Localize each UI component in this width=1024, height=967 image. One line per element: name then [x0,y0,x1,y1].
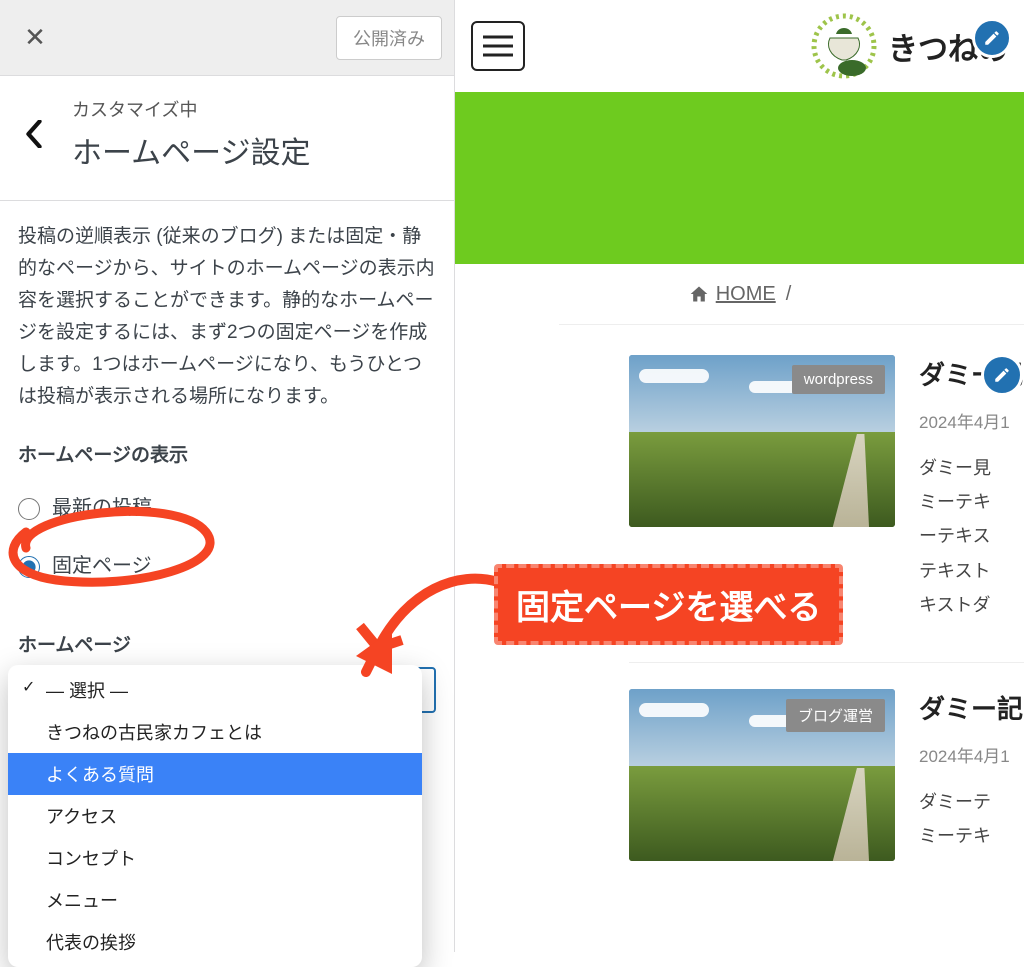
dropdown-item[interactable]: コンセプト [8,837,422,879]
breadcrumb-home-link[interactable]: HOME [688,283,776,306]
radio-latest-posts[interactable]: 最新の投稿 [18,486,436,544]
post-thumbnail: wordpress [629,355,895,527]
post-excerpt: ダミーテミーテキ [919,785,1024,853]
home-icon [688,284,710,304]
radio-latest-label: 最新の投稿 [52,492,152,526]
dropdown-item[interactable]: アクセス [8,795,422,837]
dropdown-item[interactable]: きつねの古民家カフェとは [8,711,422,753]
section-title: ホームページ設定 [72,128,311,172]
preview-pane: きつねの HOME / wordpress ダミー記 2024年4月1 ダミー見… [455,0,1024,952]
post-date: 2024年4月1 [919,742,1024,767]
post-tag: wordpress [792,365,885,394]
display-label: ホームページの表示 [18,440,436,472]
hamburger-button[interactable] [471,21,525,71]
post-title: ダミー記 [919,689,1024,726]
display-radio-group: 最新の投稿 固定ページ [18,486,436,601]
breadcrumb-home-label: HOME [716,283,776,306]
homepage-label: ホームページ [18,630,436,662]
customizer-sidebar: ✕ 公開済み カスタマイズ中 ホームページ設定 投稿の逆順表示 (従来のブログ)… [0,0,455,952]
radio-page-label: 固定ページ [52,550,152,584]
section-body: 投稿の逆順表示 (従来のブログ) または固定・静的なページから、サイトのホームペ… [0,201,454,733]
post-row[interactable]: ブログ運営 ダミー記 2024年4月1 ダミーテミーテキ [629,662,1024,901]
post-excerpt: ダミー見ミーテキーテキステキストキストダ [919,451,1024,622]
site-logo-icon [810,12,878,80]
breadcrumb: HOME / [455,264,1024,324]
preview-header: きつねの [455,0,1024,92]
edit-content-button[interactable] [981,354,1023,396]
breadcrumb-separator: / [786,283,792,306]
hero-area [455,92,1024,264]
dropdown-item[interactable]: よくある質問 [8,753,422,795]
close-button[interactable]: ✕ [12,15,58,61]
published-button[interactable]: 公開済み [336,16,442,60]
hamburger-icon [483,35,513,57]
homepage-dropdown[interactable]: — 選択 —きつねの古民家カフェとはよくある質問アクセスコンセプトメニュー代表の… [8,665,422,967]
post-tag: ブログ運営 [786,699,885,732]
section-description: 投稿の逆順表示 (従来のブログ) または固定・静的なページから、サイトのホームペ… [18,221,436,412]
post-row[interactable]: wordpress ダミー記 2024年4月1 ダミー見ミーテキーテキステキスト… [629,329,1024,662]
dropdown-item[interactable]: メニュー [8,879,422,921]
dropdown-item[interactable]: — 選択 — [8,669,422,711]
customizer-toolbar: ✕ 公開済み [0,0,454,76]
customizing-label: カスタマイズ中 [72,96,311,122]
pencil-icon [983,29,1001,47]
chevron-left-icon [25,120,43,148]
radio-latest-input[interactable] [18,498,40,520]
radio-page-input[interactable] [18,556,40,578]
radio-static-page[interactable]: 固定ページ [18,544,436,602]
post-thumbnail: ブログ運営 [629,689,895,861]
edit-header-button[interactable] [972,18,1012,58]
section-header: カスタマイズ中 ホームページ設定 [0,76,454,201]
back-button[interactable] [14,114,54,154]
post-date: 2024年4月1 [919,408,1024,433]
post-list: wordpress ダミー記 2024年4月1 ダミー見ミーテキーテキステキスト… [559,324,1024,901]
close-icon: ✕ [24,22,46,53]
dropdown-item[interactable]: 代表の挨拶 [8,921,422,963]
pencil-icon [993,366,1011,384]
